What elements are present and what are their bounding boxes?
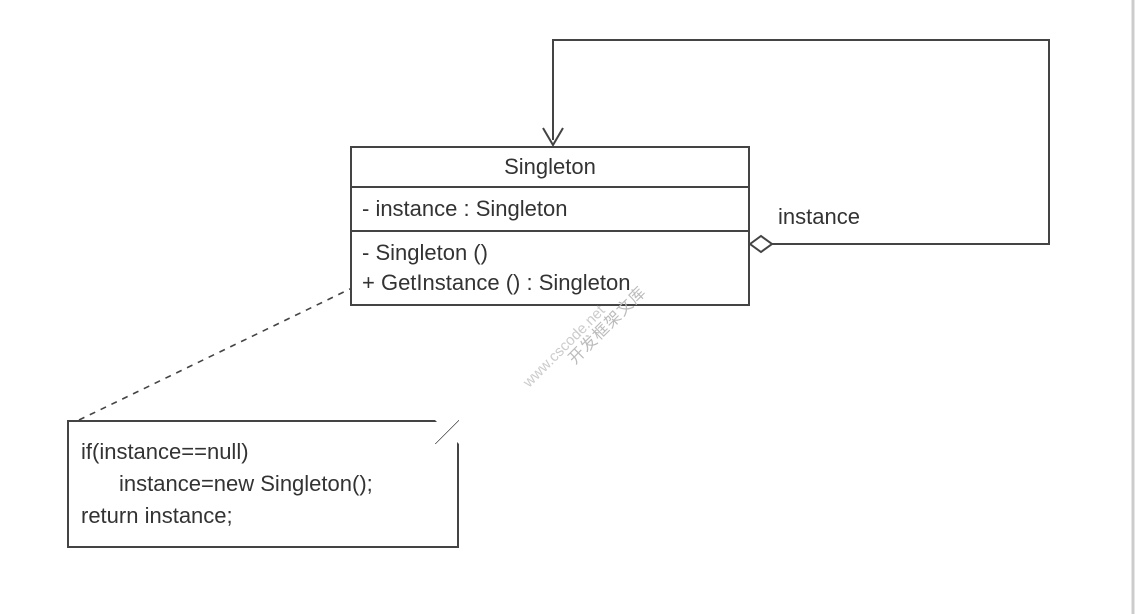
uml-class-name: Singleton [352, 148, 748, 186]
watermark-url: www.cscode.net [520, 302, 609, 391]
note-line: return instance; [81, 500, 445, 532]
uml-attributes: - instance : Singleton [352, 186, 748, 230]
uml-class-singleton: Singleton - instance : Singleton - Singl… [350, 146, 750, 306]
note-line: instance=new Singleton(); [81, 468, 445, 500]
note-fold-icon [435, 420, 459, 444]
uml-attribute: - instance : Singleton [362, 194, 738, 224]
uml-operation: - Singleton () [362, 238, 738, 268]
note-line: if(instance==null) [81, 436, 445, 468]
uml-operation: + GetInstance () : Singleton [362, 268, 738, 298]
uml-note: if(instance==null) instance=new Singleto… [67, 420, 459, 548]
uml-operations: - Singleton () + GetInstance () : Single… [352, 230, 748, 304]
association-label: instance [778, 204, 860, 230]
